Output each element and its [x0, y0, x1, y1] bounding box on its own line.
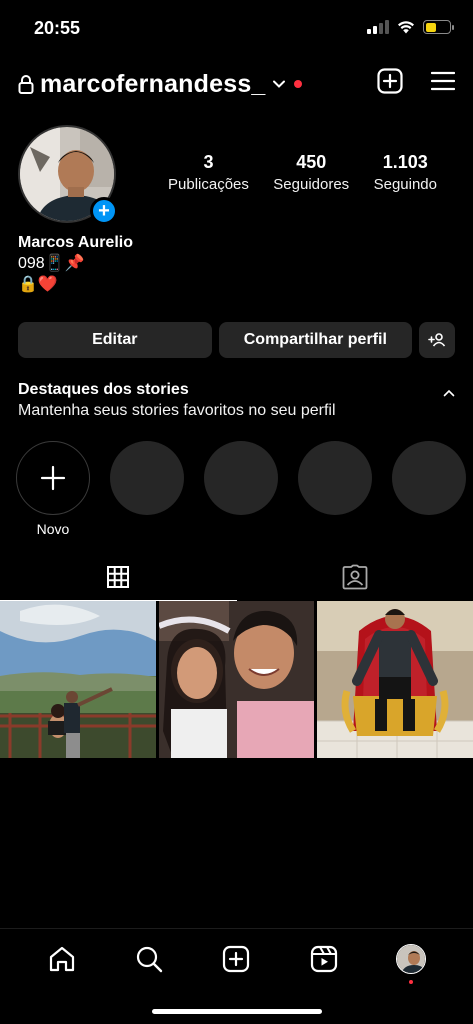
- username: marcofernandess_: [40, 69, 266, 98]
- status-time: 20:55: [34, 18, 81, 38]
- notification-dot: [409, 980, 414, 984]
- account-switcher[interactable]: marcofernandess_: [18, 70, 302, 99]
- post-thumbnail[interactable]: [317, 601, 473, 758]
- highlights-title: Destaques dos stories: [18, 381, 189, 398]
- posts-grid: [0, 601, 473, 758]
- chevron-down-icon: [272, 80, 285, 88]
- following-count: 1.103: [382, 152, 428, 172]
- create-plus-icon[interactable]: [377, 68, 403, 94]
- highlight-placeholder: [298, 441, 372, 537]
- wifi-icon: [398, 21, 414, 34]
- highlights-subtitle: Mantenha seus stories favoritos no seu p…: [18, 402, 336, 419]
- discover-people-button[interactable]: [419, 322, 456, 358]
- nav-create[interactable]: [216, 943, 256, 975]
- new-highlight-button[interactable]: [16, 441, 90, 515]
- profile-tabs: [0, 553, 473, 601]
- menu-icon[interactable]: [431, 71, 455, 91]
- bio-line: 098📱📌: [18, 255, 85, 272]
- share-profile-button[interactable]: Compartilhar perfil: [218, 322, 413, 358]
- profile-buttons: Editar Compartilhar perfil: [18, 322, 456, 358]
- edit-profile-button[interactable]: Editar: [18, 322, 212, 358]
- highlight-placeholder: [392, 441, 466, 537]
- highlight-placeholder: [110, 441, 184, 537]
- display-name: Marcos Aurelio: [18, 234, 133, 251]
- status-icons: [367, 20, 454, 34]
- nav-profile[interactable]: [391, 943, 431, 984]
- create-icon: [223, 945, 250, 973]
- header-actions: [377, 68, 455, 94]
- tab-tagged[interactable]: [237, 553, 473, 601]
- profile-avatar-wrap[interactable]: +: [18, 125, 118, 225]
- tab-posts-grid[interactable]: [0, 553, 237, 601]
- highlights-header: Destaques dos stories Mantenha seus stor…: [18, 381, 455, 420]
- profile-header: marcofernandess_: [18, 66, 455, 102]
- followers-label: Seguidores: [273, 176, 350, 193]
- lock-icon: [18, 75, 34, 94]
- stat-followers[interactable]: 450 Seguidores: [273, 152, 349, 193]
- tagged-icon: [342, 564, 368, 590]
- signal-icon: [367, 20, 389, 34]
- battery-icon: [423, 20, 454, 34]
- nav-home[interactable]: [42, 943, 82, 975]
- notification-dot: [293, 80, 302, 88]
- nav-search[interactable]: [129, 943, 169, 975]
- profile-stats: 3 Publicações 450 Seguidores 1.103 Segui…: [168, 152, 437, 193]
- followers-count: 450: [296, 152, 327, 172]
- posts-count: 3: [203, 152, 214, 172]
- status-bar: 20:55: [0, 0, 473, 56]
- post-thumbnail[interactable]: [158, 601, 315, 758]
- search-icon: [136, 946, 163, 973]
- grid-icon: [107, 566, 130, 588]
- posts-label: Publicações: [168, 176, 249, 193]
- nav-reels[interactable]: [304, 943, 344, 975]
- highlight-new[interactable]: Novo: [16, 441, 90, 537]
- profile-bio: Marcos Aurelio 098📱📌 🔒❤️: [18, 232, 133, 295]
- reels-icon: [310, 945, 337, 973]
- home-icon: [49, 946, 74, 972]
- chevron-up-icon[interactable]: [443, 389, 455, 397]
- stat-following[interactable]: 1.103 Seguindo: [374, 152, 437, 193]
- add-person-icon: [428, 333, 446, 347]
- highlight-placeholder: [204, 441, 278, 537]
- home-indicator[interactable]: [152, 1009, 322, 1014]
- new-highlight-label: Novo: [36, 521, 70, 537]
- plus-icon: [40, 465, 66, 491]
- post-thumbnail[interactable]: [0, 601, 156, 758]
- following-label: Seguindo: [373, 176, 437, 193]
- stat-posts[interactable]: 3 Publicações: [168, 152, 249, 193]
- bio-line: 🔒❤️: [18, 276, 58, 293]
- highlights-row: Novo: [16, 441, 466, 537]
- add-story-button[interactable]: +: [90, 197, 118, 225]
- bottom-nav: [0, 928, 473, 1024]
- profile-avatar: [396, 944, 427, 974]
